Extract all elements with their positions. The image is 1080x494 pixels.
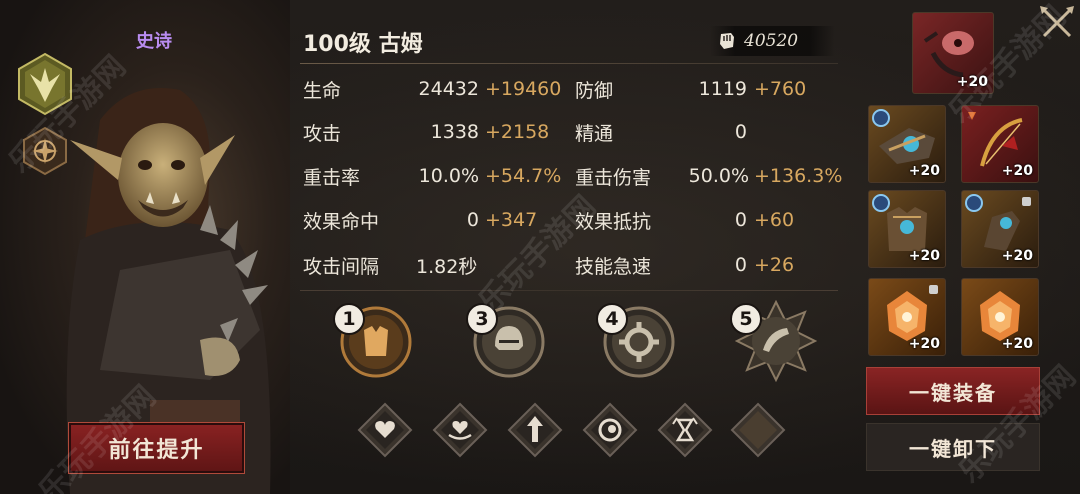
combat-power-value: 40520 bbox=[744, 31, 799, 51]
stat-effect-hit: 效果命中 0 +347 bbox=[303, 205, 553, 235]
stat-base: 10.0% bbox=[418, 165, 479, 187]
stat-bonus: +26 bbox=[754, 254, 795, 276]
stat-base: 24432 bbox=[418, 78, 479, 100]
stat-label: 重击伤害 bbox=[575, 166, 652, 189]
stat-base: 1119 bbox=[698, 78, 747, 100]
stat-crit-rate: 重击率 10.0% +54.7% bbox=[303, 161, 561, 191]
equip-slot-gem-right[interactable]: +20 bbox=[961, 278, 1039, 356]
stat-base: 1.82秒 bbox=[416, 255, 478, 278]
stat-bonus: +2158 bbox=[485, 121, 550, 143]
hero-detail-screen: 史诗 前往提升 100级 古姆 40520 生命 24432 +19460 防御… bbox=[0, 0, 1080, 494]
enhance-level: +20 bbox=[1001, 163, 1033, 179]
stat-hp: 生命 24432 +19460 bbox=[303, 74, 561, 104]
stat-bonus: +136.3% bbox=[754, 165, 843, 187]
equip-slot-weapon-left[interactable]: +20 bbox=[868, 105, 946, 183]
enhance-level: +20 bbox=[1001, 248, 1033, 264]
stat-label: 防御 bbox=[575, 79, 614, 102]
hourglass-rune-icon[interactable] bbox=[657, 402, 713, 458]
equip-slot-gem-left[interactable]: +20 bbox=[868, 278, 946, 356]
stat-label: 攻击 bbox=[303, 122, 342, 145]
equip-slot-armor-left[interactable]: +20 bbox=[868, 190, 946, 268]
stat-base: 1338 bbox=[430, 121, 479, 143]
skill-number-badge: 4 bbox=[596, 303, 628, 335]
swirl-rune-icon[interactable] bbox=[582, 402, 638, 458]
stat-base: 50.0% bbox=[688, 165, 749, 187]
enhance-level: +20 bbox=[908, 248, 940, 264]
stat-label: 生命 bbox=[303, 79, 342, 102]
enhance-level: +20 bbox=[908, 336, 940, 352]
enhance-level: +20 bbox=[908, 163, 940, 179]
stat-base: 0 bbox=[734, 121, 747, 143]
arrow-up-rune-icon[interactable] bbox=[507, 402, 563, 458]
hero-title: 100级 古姆 bbox=[303, 32, 423, 57]
empty-rune-slot[interactable] bbox=[730, 402, 786, 458]
heart-hand-rune-icon[interactable] bbox=[432, 402, 488, 458]
stat-mastery: 精通 0 bbox=[575, 117, 835, 147]
skill-number-badge: 1 bbox=[333, 303, 365, 335]
fist-icon bbox=[720, 33, 734, 49]
stat-label: 效果命中 bbox=[303, 210, 380, 233]
stat-attack: 攻击 1338 +2158 bbox=[303, 117, 553, 147]
stat-bonus: +19460 bbox=[485, 78, 562, 100]
divider-top bbox=[300, 63, 838, 64]
stat-base: 0 bbox=[466, 209, 479, 231]
stat-base: 0 bbox=[734, 209, 747, 231]
stat-crit-damage: 重击伤害 50.0% +136.3% bbox=[575, 161, 842, 191]
stat-base: 0 bbox=[734, 254, 747, 276]
stat-label: 重击率 bbox=[303, 166, 361, 189]
stat-defense: 防御 1119 +760 bbox=[575, 74, 835, 104]
stat-label: 技能急速 bbox=[575, 255, 652, 278]
skill-number-badge: 5 bbox=[730, 303, 762, 335]
stat-label: 攻击间隔 bbox=[303, 255, 380, 278]
stat-label: 精通 bbox=[575, 122, 614, 145]
stat-bonus: +60 bbox=[754, 209, 795, 231]
stat-bonus: +54.7% bbox=[485, 165, 562, 187]
stat-effect-resist: 效果抵抗 0 +60 bbox=[575, 205, 835, 235]
rarity-label: 史诗 bbox=[136, 31, 172, 52]
divider-mid bbox=[300, 290, 838, 291]
heart-rune-icon[interactable] bbox=[357, 402, 413, 458]
combat-power: 40520 bbox=[710, 26, 835, 56]
stat-bonus: +760 bbox=[754, 78, 807, 100]
enhance-level: +20 bbox=[1001, 336, 1033, 352]
equip-slot-armor-right[interactable]: +20 bbox=[961, 190, 1039, 268]
stat-skill-haste: 技能急速 0 +26 bbox=[575, 250, 835, 280]
